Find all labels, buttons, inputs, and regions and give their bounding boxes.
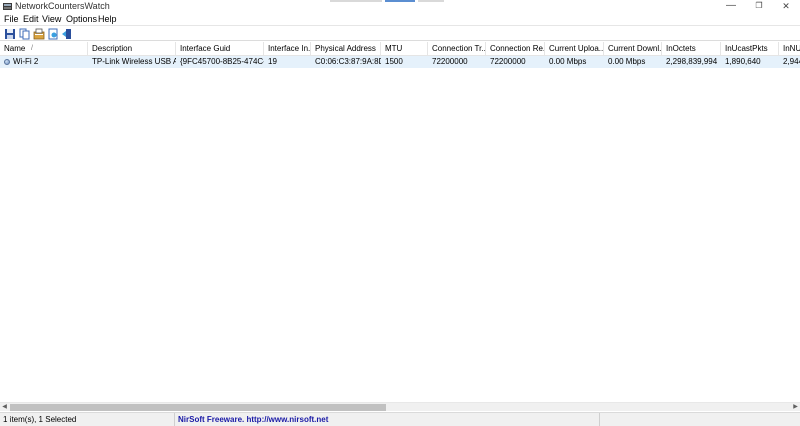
- menu-help[interactable]: Help: [98, 14, 117, 24]
- column-header-name[interactable]: Name /: [0, 42, 88, 56]
- cell-interface-guid: {9FC45700-8B25-474C-B...: [180, 57, 264, 66]
- column-header-connection-receive[interactable]: Connection Re...: [486, 42, 545, 56]
- cell-innucastpkts: 2,944: [783, 57, 800, 66]
- column-header-inoctets[interactable]: InOctets: [662, 42, 721, 56]
- column-header-current-download[interactable]: Current Downl...: [604, 42, 662, 56]
- column-header-physical-address[interactable]: Physical Address: [311, 42, 381, 56]
- menu-bar: File Edit View Options Help: [0, 13, 800, 25]
- cell-description: TP-Link Wireless USB Ad...: [92, 57, 176, 66]
- sort-indicator: /: [31, 45, 33, 52]
- cell-inucastpkts: 1,890,640: [725, 57, 761, 66]
- title-bar: NetworkCountersWatch — ❐ ✕: [0, 0, 800, 13]
- nirsoft-link[interactable]: NirSoft Freeware. http://www.nirsoft.net: [175, 413, 600, 426]
- cell-connection-receive: 72200000: [490, 57, 526, 66]
- window-title: NetworkCountersWatch: [15, 1, 110, 11]
- status-empty-pane: [600, 413, 800, 426]
- app-window: NetworkCountersWatch — ❐ ✕ File Edit Vie…: [0, 0, 800, 426]
- counters-list[interactable]: Name / Description Interface Guid Interfa…: [0, 42, 800, 402]
- column-header-interface-guid[interactable]: Interface Guid: [176, 42, 264, 56]
- cell-mtu: 1500: [385, 57, 403, 66]
- status-selection-count: 1 item(s), 1 Selected: [0, 413, 175, 426]
- status-bar: 1 item(s), 1 Selected NirSoft Freeware. …: [0, 412, 800, 426]
- toolbar: [0, 25, 800, 41]
- close-button[interactable]: ✕: [771, 0, 800, 13]
- scroll-left-icon[interactable]: ◀: [0, 403, 9, 412]
- minimize-button[interactable]: —: [716, 0, 746, 13]
- column-header-interface-index[interactable]: Interface In...: [264, 42, 311, 56]
- column-header-connection-transmit[interactable]: Connection Tr...: [428, 42, 486, 56]
- exit-icon[interactable]: [61, 28, 73, 40]
- column-header-current-upload[interactable]: Current Uploa...: [545, 42, 604, 56]
- app-icon: [3, 3, 12, 10]
- column-header-mtu[interactable]: MTU: [381, 42, 428, 56]
- cell-connection-transmit: 72200000: [432, 57, 468, 66]
- cell-name: Wi-Fi 2: [13, 57, 39, 66]
- cell-current-upload: 0.00 Mbps: [549, 57, 587, 66]
- menu-view[interactable]: View: [42, 14, 61, 24]
- menu-options[interactable]: Options: [66, 14, 97, 24]
- restore-button[interactable]: ❐: [744, 0, 774, 13]
- scroll-right-icon[interactable]: ▶: [791, 403, 800, 412]
- list-header: Name / Description Interface Guid Interfa…: [0, 42, 800, 56]
- properties-icon[interactable]: [33, 28, 45, 40]
- scrollbar-thumb[interactable]: [10, 404, 386, 411]
- cell-interface-index: 19: [268, 57, 277, 66]
- column-header-description[interactable]: Description: [88, 42, 176, 56]
- cell-inoctets: 2,298,839,994: [666, 57, 718, 66]
- table-row[interactable]: Wi-Fi 2 TP-Link Wireless USB Ad... {9FC4…: [0, 56, 800, 68]
- column-header-inucastpkts[interactable]: InUcastPkts: [721, 42, 779, 56]
- title-accent-strip: [330, 0, 444, 2]
- menu-file[interactable]: File: [4, 14, 19, 24]
- cell-current-download: 0.00 Mbps: [608, 57, 646, 66]
- copy-icon[interactable]: [19, 28, 31, 40]
- menu-edit[interactable]: Edit: [23, 14, 39, 24]
- html-report-icon[interactable]: [47, 28, 59, 40]
- horizontal-scrollbar[interactable]: ◀ ▶: [0, 402, 800, 411]
- save-icon[interactable]: [4, 28, 16, 40]
- column-header-innucastpkts[interactable]: InNU: [779, 42, 800, 56]
- cell-physical-address: C0:06:C3:87:9A:8D: [315, 57, 381, 66]
